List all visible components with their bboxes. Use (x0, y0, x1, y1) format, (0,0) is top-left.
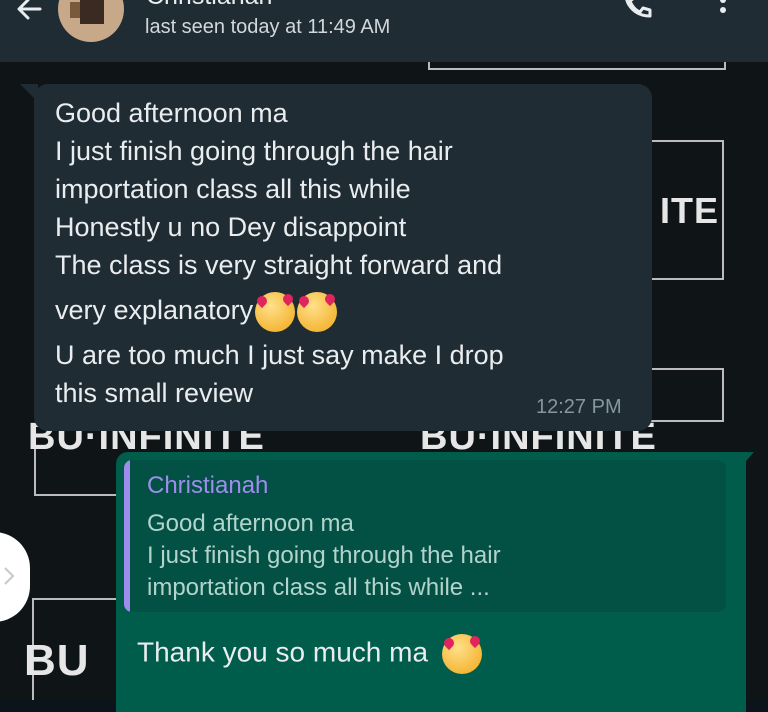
quote-accent-bar (124, 460, 130, 612)
message-line: this small review (55, 378, 254, 408)
chat-header: Christianah last seen today at 11:49 AM (0, 0, 768, 62)
chevron-right-icon (4, 567, 15, 585)
message-timestamp: 12:27 PM (536, 396, 622, 418)
emoji-smiling-hearts-icon (441, 634, 482, 674)
message-line: Honestly u no Dey disappoint (55, 212, 407, 242)
quoted-message[interactable]: Christianah Good afternoon ma I just fin… (124, 460, 726, 612)
last-seen-status: last seen today at 11:49 AM (145, 16, 391, 38)
more-vert-icon[interactable] (716, 0, 730, 22)
message-line: very explanatory (55, 295, 254, 326)
quote-line: Good afternoon ma (147, 510, 354, 537)
call-icon[interactable] (620, 0, 660, 22)
message-line-with-emoji: very explanatory (55, 292, 338, 332)
quote-line: I just finish going through the hair (147, 542, 501, 569)
message-line: The class is very straight forward and (55, 250, 503, 280)
watermark-text: BU (24, 636, 90, 685)
watermark-text: ITE (660, 190, 720, 231)
quote-line: importation class all this while ... (147, 574, 490, 601)
back-arrow-icon[interactable] (14, 0, 44, 24)
message-line: U are too much I just say make I drop (55, 340, 504, 370)
message-line: I just finish going through the hair (55, 136, 453, 166)
quote-author: Christianah (147, 472, 269, 499)
emoji-smiling-hearts-icon (297, 292, 338, 332)
message-line: importation class all this while (55, 174, 411, 204)
avatar[interactable] (58, 0, 124, 42)
reply-line-with-emoji: Thank you so much ma (137, 634, 482, 674)
reply-text: Thank you so much ma (137, 636, 429, 668)
emoji-smiling-hearts-icon (255, 292, 296, 332)
contact-name[interactable]: Christianah (146, 0, 272, 11)
message-line: Good afternoon ma (55, 98, 288, 128)
